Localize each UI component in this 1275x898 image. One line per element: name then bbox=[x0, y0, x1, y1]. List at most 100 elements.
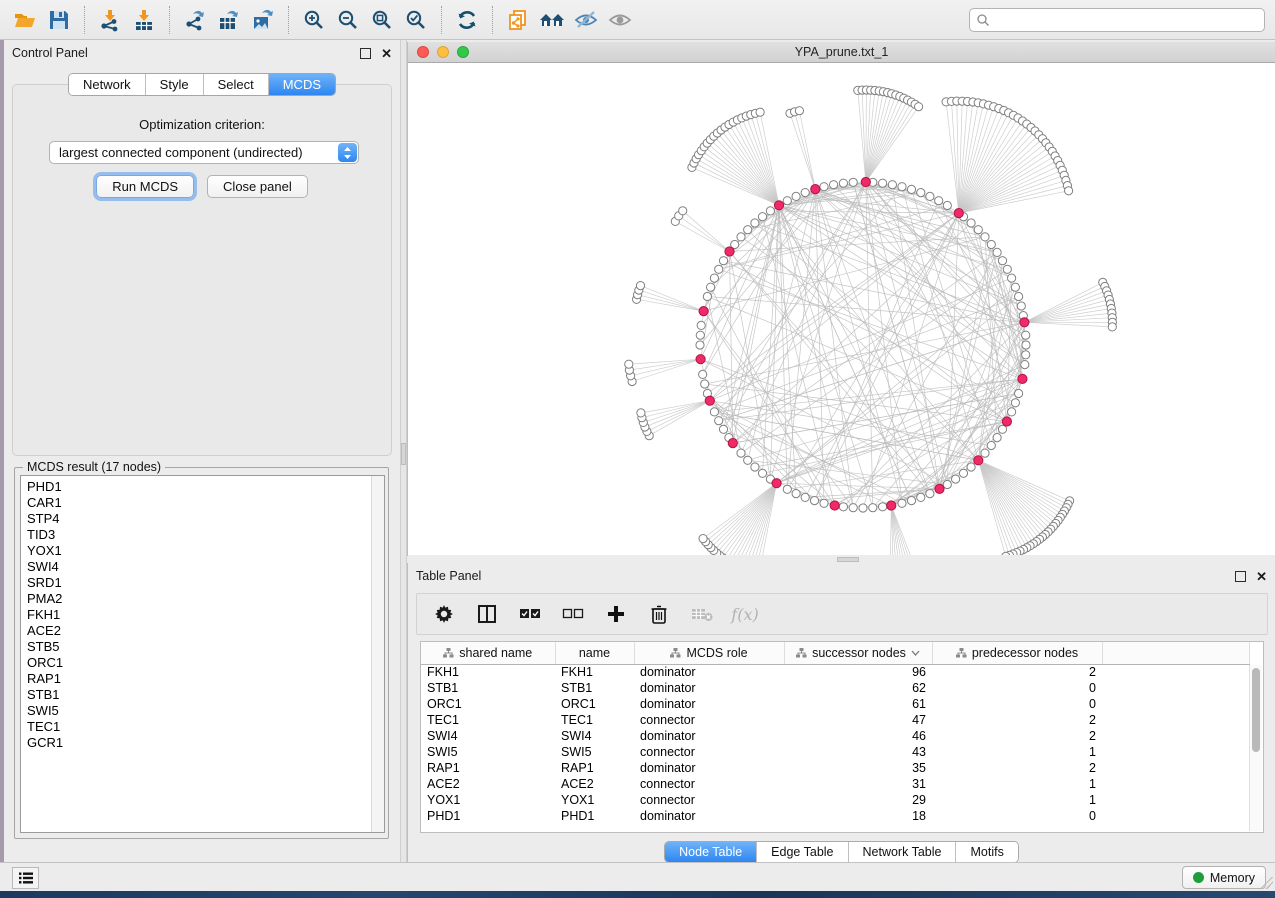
minimize-window-icon[interactable] bbox=[437, 46, 449, 58]
resize-grip-icon[interactable] bbox=[1261, 877, 1273, 889]
graph-hub-node[interactable] bbox=[830, 501, 839, 510]
graph-node[interactable] bbox=[869, 504, 877, 512]
list-item[interactable]: TEC1 bbox=[21, 719, 384, 735]
graph-node[interactable] bbox=[926, 490, 934, 498]
list-item[interactable]: STP4 bbox=[21, 511, 384, 527]
graph-node[interactable] bbox=[715, 417, 723, 425]
graph-node[interactable] bbox=[801, 189, 809, 197]
table-row[interactable]: ACE2ACE2connector311 bbox=[421, 776, 1249, 792]
table-row[interactable]: RAP1RAP1dominator352 bbox=[421, 760, 1249, 776]
graph-leaf-node[interactable] bbox=[1065, 187, 1073, 195]
graph-hub-node[interactable] bbox=[935, 484, 944, 493]
tab-edge-table[interactable]: Edge Table bbox=[756, 842, 847, 862]
graph-node[interactable] bbox=[987, 240, 995, 248]
list-item[interactable]: FKH1 bbox=[21, 607, 384, 623]
graph-hub-node[interactable] bbox=[696, 355, 705, 364]
close-panel-icon[interactable]: ✕ bbox=[381, 48, 392, 59]
list-item[interactable]: ORC1 bbox=[21, 655, 384, 671]
close-panel-icon[interactable]: ✕ bbox=[1256, 571, 1267, 582]
graph-hub-node[interactable] bbox=[728, 439, 737, 448]
graph-hub-node[interactable] bbox=[861, 177, 870, 186]
graph-node[interactable] bbox=[879, 179, 887, 187]
graph-node[interactable] bbox=[820, 183, 828, 191]
tab-mcds[interactable]: MCDS bbox=[268, 74, 335, 95]
column-header-predecessor-nodes[interactable]: predecessor nodes bbox=[932, 642, 1102, 664]
graph-node[interactable] bbox=[1015, 292, 1023, 300]
graph-node[interactable] bbox=[766, 207, 774, 215]
import-table-button[interactable] bbox=[127, 4, 161, 36]
graph-node[interactable] bbox=[696, 341, 704, 349]
create-column-button[interactable] bbox=[603, 601, 629, 627]
table-row[interactable]: TEC1TEC1connector472 bbox=[421, 712, 1249, 728]
graph-node[interactable] bbox=[879, 503, 887, 511]
graph-node[interactable] bbox=[849, 178, 857, 186]
graph-node[interactable] bbox=[917, 493, 925, 501]
graph-node[interactable] bbox=[959, 469, 967, 477]
scrollbar-thumb[interactable] bbox=[1252, 668, 1260, 752]
column-header-name[interactable]: name bbox=[555, 642, 634, 664]
graph-node[interactable] bbox=[926, 192, 934, 200]
tab-style[interactable]: Style bbox=[145, 74, 203, 95]
delete-column-button[interactable] bbox=[646, 601, 672, 627]
graph-node[interactable] bbox=[849, 504, 857, 512]
task-history-button[interactable] bbox=[12, 867, 39, 889]
network-canvas[interactable] bbox=[408, 63, 1275, 555]
table-scrollbar[interactable] bbox=[1249, 665, 1262, 831]
export-table-button[interactable] bbox=[212, 4, 246, 36]
graph-node[interactable] bbox=[792, 490, 800, 498]
zoom-selected-button[interactable] bbox=[399, 4, 433, 36]
graph-node[interactable] bbox=[696, 331, 704, 339]
export-image-button[interactable] bbox=[246, 4, 280, 36]
graph-node[interactable] bbox=[898, 499, 906, 507]
graph-node[interactable] bbox=[719, 425, 727, 433]
column-header-shared-name[interactable]: shared name bbox=[421, 642, 555, 664]
graph-leaf-node[interactable] bbox=[756, 108, 764, 116]
table-row[interactable]: STB1STB1dominator620 bbox=[421, 680, 1249, 696]
graph-hub-node[interactable] bbox=[774, 201, 783, 210]
chevron-down-icon[interactable] bbox=[911, 650, 920, 656]
graph-hub-node[interactable] bbox=[1002, 417, 1011, 426]
tab-network[interactable]: Network bbox=[69, 74, 145, 95]
graph-hub-node[interactable] bbox=[725, 247, 734, 256]
graph-leaf-node[interactable] bbox=[1108, 323, 1116, 331]
graph-hub-node[interactable] bbox=[772, 479, 781, 488]
graph-node[interactable] bbox=[907, 185, 915, 193]
graph-node[interactable] bbox=[1011, 283, 1019, 291]
export-network-button[interactable] bbox=[178, 4, 212, 36]
tab-node-table[interactable]: Node Table bbox=[665, 842, 756, 862]
run-mcds-button[interactable]: Run MCDS bbox=[96, 175, 194, 198]
list-scrollbar[interactable] bbox=[371, 476, 384, 832]
graph-node[interactable] bbox=[974, 226, 982, 234]
zoom-out-button[interactable] bbox=[331, 4, 365, 36]
graph-hub-node[interactable] bbox=[705, 396, 714, 405]
table-mode-button[interactable] bbox=[431, 601, 457, 627]
graph-node[interactable] bbox=[993, 434, 1001, 442]
graph-node[interactable] bbox=[1021, 361, 1029, 369]
first-neighbors-button[interactable] bbox=[535, 4, 569, 36]
graph-node[interactable] bbox=[697, 321, 705, 329]
graph-leaf-node[interactable] bbox=[915, 103, 923, 111]
tab-network-table[interactable]: Network Table bbox=[848, 842, 956, 862]
select-all-button[interactable] bbox=[517, 601, 543, 627]
graph-leaf-node[interactable] bbox=[795, 107, 803, 115]
graph-node[interactable] bbox=[839, 179, 847, 187]
graph-node[interactable] bbox=[1022, 331, 1030, 339]
graph-node[interactable] bbox=[703, 292, 711, 300]
graph-node[interactable] bbox=[758, 213, 766, 221]
graph-node[interactable] bbox=[917, 189, 925, 197]
criterion-select[interactable]: largest connected component (undirected) bbox=[49, 141, 359, 164]
graph-hub-node[interactable] bbox=[974, 456, 983, 465]
horizontal-splitter[interactable] bbox=[407, 556, 1275, 563]
graph-node[interactable] bbox=[987, 441, 995, 449]
graph-node[interactable] bbox=[1008, 408, 1016, 416]
graph-node[interactable] bbox=[737, 233, 745, 241]
network-window-titlebar[interactable]: YPA_prune.txt_1 bbox=[408, 42, 1275, 63]
graph-node[interactable] bbox=[888, 181, 896, 189]
table-row[interactable]: ORC1ORC1dominator610 bbox=[421, 696, 1249, 712]
graph-node[interactable] bbox=[801, 493, 809, 501]
maximize-window-icon[interactable] bbox=[457, 46, 469, 58]
zoom-fit-button[interactable] bbox=[365, 4, 399, 36]
graph-node[interactable] bbox=[998, 257, 1006, 265]
graph-node[interactable] bbox=[1003, 265, 1011, 273]
graph-node[interactable] bbox=[699, 370, 707, 378]
